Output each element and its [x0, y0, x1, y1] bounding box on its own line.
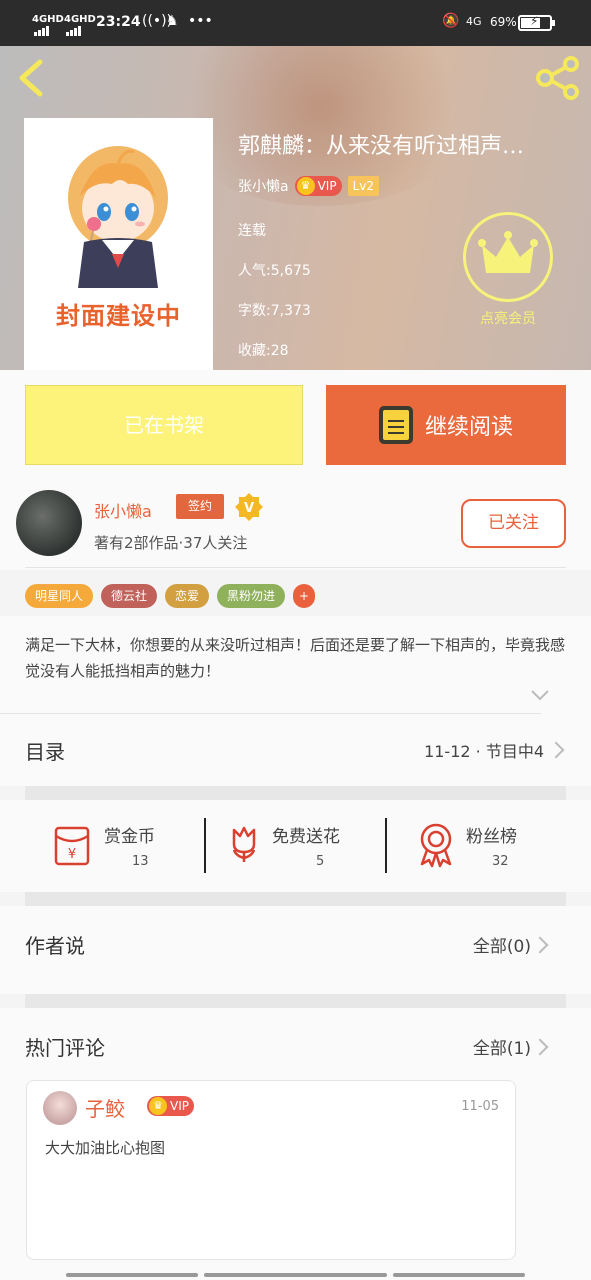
followed-button[interactable]: 已关注 [461, 499, 566, 548]
author-says-row[interactable]: 作者说 全部(0) [0, 906, 591, 994]
section-separator [25, 994, 566, 1008]
hot-comments-more[interactable]: 全部(1) [473, 1034, 531, 1059]
comment-card[interactable]: 子鲛 ♛ VIP 11-05 大大加油比心抱图 [26, 1080, 516, 1260]
member-button[interactable]: 点亮会员 [463, 212, 553, 328]
divider [204, 818, 206, 873]
toc-label: 目录 [25, 740, 65, 764]
medal-icon [420, 823, 452, 868]
stat-value: 13 [132, 854, 149, 869]
author-description: 著有2部作品·37人关注 [94, 534, 248, 552]
reward-coins-button[interactable]: ¥ 赏金币 13 [50, 800, 200, 892]
toc-status: 11-12 · 节目中4 [424, 742, 544, 761]
tag[interactable]: 德云社 [101, 584, 158, 608]
qq-icon: ♞ [166, 13, 179, 29]
cover-illustration [68, 146, 168, 288]
continue-reading-button[interactable]: 继续阅读 [326, 385, 566, 465]
favorites-count: 收藏:28 [238, 343, 289, 359]
stat-label: 粉丝榜 [466, 827, 517, 847]
divider [0, 713, 541, 714]
flower-icon [232, 826, 256, 862]
author-name[interactable]: 张小懒a [94, 498, 152, 522]
status-bar: 4GHD 4GHD 23:24 ((•)) ♞ ••• 🔕 4G 69% ⚡ [0, 0, 591, 46]
comment-text: 大大加油比心抱图 [45, 1139, 166, 1157]
red-envelope-icon: ¥ [54, 826, 90, 866]
book-intro: 满足一下大林，你想要的从来没听过相声！后面还是要了解一下相声的，毕竟我感觉没有人… [25, 636, 566, 680]
network-label: 4G [466, 15, 482, 28]
serial-status: 连载 [238, 223, 266, 239]
stats-row: ¥ 赏金币 13 免费送花 5 粉丝榜 32 [0, 800, 591, 892]
table-of-contents-row[interactable]: 目录 11-12 · 节目中4 [25, 716, 566, 784]
comment-date: 11-05 [461, 1099, 499, 1114]
action-bar: 已在书架 继续阅读 [0, 370, 591, 480]
vip-badge: ♛ VIP [147, 1096, 194, 1116]
chevron-right-icon [531, 1038, 549, 1056]
svg-text:V: V [244, 501, 254, 516]
mute-icon: 🔕 [442, 13, 460, 29]
signed-badge: 签约 [176, 494, 224, 519]
crown-icon: ♛ [296, 177, 315, 195]
crown-icon: ♛ [149, 1097, 167, 1115]
commenter-name[interactable]: 子鲛 [85, 1093, 125, 1122]
tag[interactable]: 恋爱 [165, 584, 210, 608]
vip-label: VIP [170, 1099, 189, 1113]
crown-icon [463, 212, 553, 302]
divider [25, 567, 566, 568]
nav-indicator [393, 1273, 525, 1277]
chevron-right-icon [547, 741, 565, 759]
author-avatar[interactable] [16, 490, 82, 556]
author-line: 张小懒a ♛ VIP Lv2 [238, 176, 379, 196]
expand-chevron-icon[interactable] [530, 688, 550, 702]
chevron-right-icon [531, 936, 549, 954]
nav-indicator [204, 1273, 387, 1277]
stat-label: 免费送花 [272, 827, 340, 847]
more-notifications-icon: ••• [188, 13, 213, 29]
battery-percent: 69% [490, 15, 517, 29]
share-icon[interactable] [534, 56, 582, 100]
divider [385, 818, 387, 873]
commenter-avatar[interactable] [43, 1091, 77, 1125]
clock: 23:24 [96, 14, 141, 30]
signal-icon [34, 24, 50, 36]
tag-list: 明星同人 德云社 恋爱 黑粉勿进 + [25, 584, 316, 608]
verified-icon: V [235, 493, 263, 521]
tag[interactable]: 黑粉勿进 [217, 584, 286, 608]
stat-label: 赏金币 [104, 827, 155, 847]
author-says-label: 作者说 [25, 934, 85, 958]
signal-icon [66, 24, 82, 36]
member-label: 点亮会员 [480, 311, 536, 327]
free-flowers-button[interactable]: 免费送花 5 [222, 800, 382, 892]
cover-text: 封面建设中 [56, 302, 181, 330]
level-badge: Lv2 [347, 176, 379, 196]
add-tag-button[interactable]: + [293, 584, 316, 608]
back-arrow-icon[interactable] [14, 58, 48, 98]
intro-section: 满足一下大林，你想要的从来没听过相声！后面还是要了解一下相声的，毕竟我感觉没有人… [0, 616, 591, 786]
tag[interactable]: 明星同人 [25, 584, 94, 608]
nav-indicator [66, 1273, 198, 1277]
author-says-more: 全部(0) [472, 937, 531, 957]
battery-icon: ⚡ [518, 14, 555, 31]
svg-text:¥: ¥ [68, 847, 76, 862]
stat-value: 5 [316, 854, 325, 869]
author-card: 张小懒a 签约 V 著有2部作品·37人关注 已关注 [0, 480, 591, 570]
popularity: 人气:5,675 [238, 263, 311, 279]
stat-value: 32 [492, 854, 509, 869]
book-title: 郭麒麟：从来没有听过相声… [238, 134, 525, 159]
vip-badge: ♛ VIP [294, 176, 342, 196]
section-separator [25, 786, 566, 800]
fan-ranking-button[interactable]: 粉丝榜 32 [414, 800, 564, 892]
in-bookshelf-button[interactable]: 已在书架 [25, 385, 303, 465]
word-count: 字数:7,373 [238, 303, 311, 319]
author-name[interactable]: 张小懒a [238, 176, 289, 196]
vip-label: VIP [317, 179, 337, 193]
book-cover[interactable]: 封面建设中 [24, 118, 213, 370]
book-icon [378, 406, 413, 444]
hot-comments-label: 热门评论 [25, 1036, 105, 1060]
continue-reading-label: 继续阅读 [424, 415, 513, 440]
section-separator [25, 892, 566, 906]
book-header: 封面建设中 郭麒麟：从来没有听过相声… 张小懒a ♛ VIP Lv2 连载 人气… [0, 46, 591, 370]
